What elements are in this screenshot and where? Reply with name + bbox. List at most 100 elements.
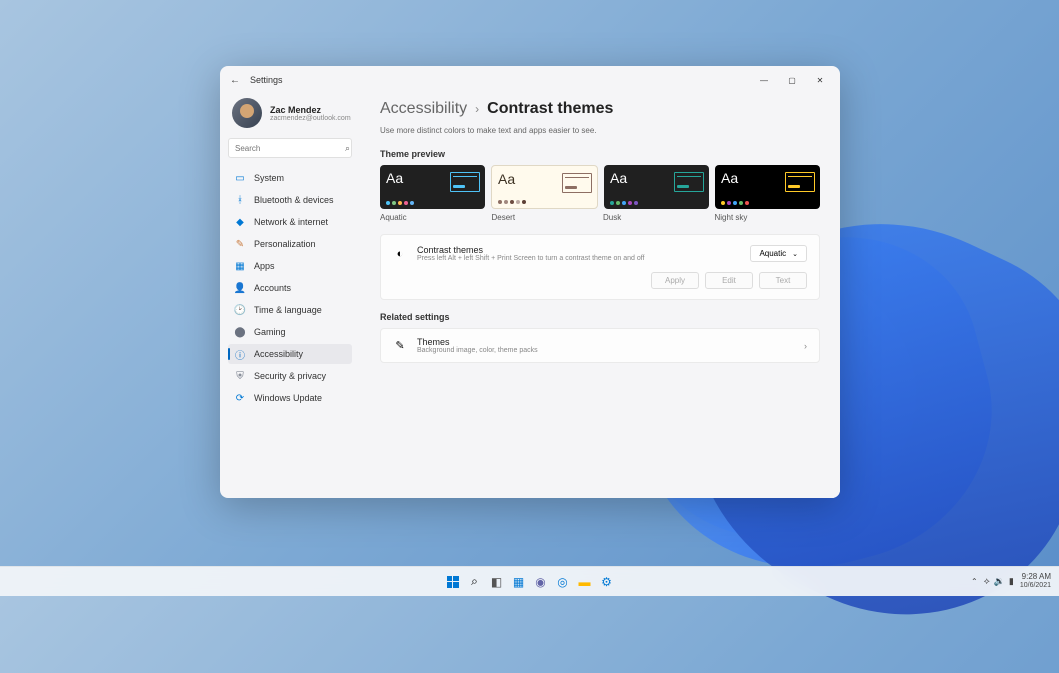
search-icon: ⌕ [471,574,478,589]
taskbar: ⌕ ◧ ▦ ◉ ◎ ▬ ⚙ ⌃ ⟡ 🔉 ▮ 9:28 AM 10/6/2021 [0,566,1059,596]
link-title: Themes [417,337,794,347]
search-button[interactable]: ⌕ [466,573,484,591]
sidebar-item-label: Security & privacy [254,371,326,381]
settings-button[interactable]: ⚙ [598,573,616,591]
theme-aa-text: Aa [498,172,515,186]
widgets-button[interactable]: ▦ [510,573,528,591]
theme-grid: Aa Aa Aa [380,165,820,209]
text-button[interactable]: Text [759,272,807,289]
sidebar-item-time[interactable]: 🕑 Time & language [228,300,352,320]
chat-button[interactable]: ◉ [532,573,550,591]
battery-icon[interactable]: ▮ [1009,576,1014,587]
contrast-icon: ◐ [393,247,407,261]
link-subtitle: Background image, color, theme packs [417,347,794,354]
start-button[interactable] [444,573,462,591]
theme-aa-text: Aa [610,171,627,185]
theme-label: Desert [492,213,598,222]
close-button[interactable]: ✕ [806,70,834,90]
sidebar-item-label: Time & language [254,305,322,315]
sidebar-item-label: Windows Update [254,393,322,403]
theme-card-nightsky[interactable]: Aa [715,165,820,209]
sidebar-item-label: Bluetooth & devices [254,195,334,205]
clock-date: 10/6/2021 [1020,582,1051,590]
widgets-icon: ▦ [513,575,524,589]
clock[interactable]: 9:28 AM 10/6/2021 [1020,573,1051,589]
theme-label: Night sky [715,213,821,222]
sidebar-item-label: Network & internet [254,217,328,227]
contrast-themes-card: ◐ Contrast themes Press left Alt + left … [380,234,820,300]
related-settings-label: Related settings [380,312,820,322]
clock-time: 9:28 AM [1020,573,1051,582]
gaming-icon: ⬤ [234,326,246,338]
theme-dots [610,201,638,205]
task-view-button[interactable]: ◧ [488,573,506,591]
theme-card-dusk[interactable]: Aa [604,165,709,209]
sidebar-item-update[interactable]: ⟳ Windows Update [228,388,352,408]
personalization-icon: ✎ [234,238,246,250]
theme-label: Dusk [603,213,709,222]
theme-card-desert[interactable]: Aa [491,165,598,209]
sidebar-item-system[interactable]: ▭ System [228,168,352,188]
card-title: Contrast themes [417,245,740,255]
sidebar-item-bluetooth[interactable]: ᚼ Bluetooth & devices [228,190,352,210]
tray-chevron-icon[interactable]: ⌃ [971,577,978,586]
chat-icon: ◉ [535,575,545,589]
chevron-down-icon: ⌄ [792,250,798,258]
theme-mini-window [562,173,592,193]
back-button[interactable]: ← [226,75,244,86]
settings-window: ← Settings — ▢ ✕ Zac Mendez zacmendez@ou… [220,66,840,498]
sidebar: Zac Mendez zacmendez@outlook.com ⌕ ▭ Sys… [220,94,360,498]
folder-icon: ▬ [579,575,591,589]
apply-button[interactable]: Apply [651,272,699,289]
sidebar-item-personalization[interactable]: ✎ Personalization [228,234,352,254]
profile-email: zacmendez@outlook.com [270,115,351,122]
dropdown-value: Aquatic [759,249,786,258]
theme-mini-window [674,172,704,192]
shield-icon: ⛨ [234,370,246,382]
sidebar-item-label: System [254,173,284,183]
explorer-button[interactable]: ▬ [576,573,594,591]
content-area: Accessibility › Contrast themes Use more… [360,94,840,498]
taskbar-center: ⌕ ◧ ▦ ◉ ◎ ▬ ⚙ [444,573,616,591]
sidebar-item-gaming[interactable]: ⬤ Gaming [228,322,352,342]
sidebar-item-apps[interactable]: ▦ Apps [228,256,352,276]
edge-button[interactable]: ◎ [554,573,572,591]
chevron-right-icon: › [475,102,479,116]
theme-aa-text: Aa [721,171,738,185]
theme-labels-row: Aquatic Desert Dusk Night sky [380,213,820,222]
sidebar-item-network[interactable]: ◆ Network & internet [228,212,352,232]
maximize-button[interactable]: ▢ [778,70,806,90]
theme-dropdown[interactable]: Aquatic ⌄ [750,245,807,262]
volume-icon[interactable]: 🔉 [994,576,1005,587]
theme-aa-text: Aa [386,171,403,185]
edge-icon: ◎ [557,575,567,589]
edit-button[interactable]: Edit [705,272,753,289]
sidebar-item-label: Gaming [254,327,286,337]
system-icon: ▭ [234,172,246,184]
bluetooth-icon: ᚼ [234,194,246,206]
profile-block[interactable]: Zac Mendez zacmendez@outlook.com [228,94,352,138]
update-icon: ⟳ [234,392,246,404]
sidebar-item-accessibility[interactable]: ⓘ Accessibility [228,344,352,364]
avatar [232,98,262,128]
page-description: Use more distinct colors to make text an… [380,126,820,135]
sidebar-item-label: Personalization [254,239,316,249]
theme-preview-label: Theme preview [380,149,820,159]
search-input[interactable] [235,144,345,153]
search-box[interactable]: ⌕ [228,138,352,158]
theme-mini-window [450,172,480,192]
minimize-button[interactable]: — [750,70,778,90]
brush-icon: ✎ [393,339,407,353]
system-tray: ⌃ ⟡ 🔉 ▮ 9:28 AM 10/6/2021 [971,573,1051,589]
time-icon: 🕑 [234,304,246,316]
profile-name: Zac Mendez [270,105,351,115]
breadcrumb-parent[interactable]: Accessibility [380,100,467,118]
theme-card-aquatic[interactable]: Aa [380,165,485,209]
sidebar-item-security[interactable]: ⛨ Security & privacy [228,366,352,386]
sidebar-item-accounts[interactable]: 👤 Accounts [228,278,352,298]
wifi-icon[interactable]: ⟡ [984,576,990,587]
themes-link-card[interactable]: ✎ Themes Background image, color, theme … [380,328,820,363]
chevron-right-icon: › [804,341,807,351]
breadcrumb: Accessibility › Contrast themes [380,100,820,118]
apps-icon: ▦ [234,260,246,272]
